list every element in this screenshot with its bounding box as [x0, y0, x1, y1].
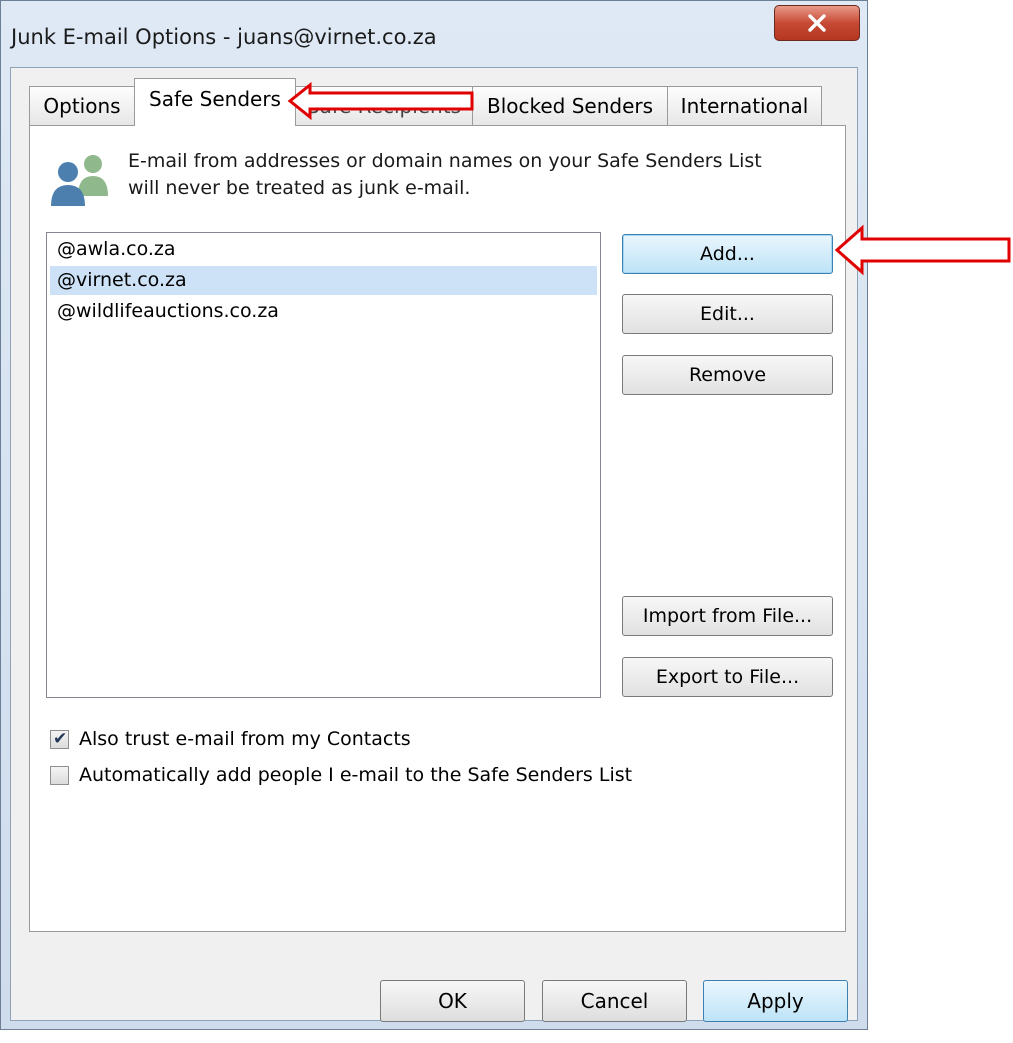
- export-to-file-button[interactable]: Export to File...: [622, 657, 833, 697]
- annotation-arrow-tab: [287, 82, 474, 121]
- trust-contacts-label: Also trust e-mail from my Contacts: [79, 728, 411, 750]
- tab-label: International: [680, 94, 809, 118]
- auto-add-label: Automatically add people I e-mail to the…: [79, 764, 633, 786]
- tab-international[interactable]: International: [667, 86, 822, 126]
- auto-add-option[interactable]: Automatically add people I e-mail to the…: [50, 760, 632, 790]
- dialog-client-area: Options Safe Senders Safe Recipients Blo…: [10, 67, 858, 1022]
- trust-contacts-checkbox[interactable]: ✔: [50, 728, 69, 749]
- info-line-2: will never be treated as junk e-mail.: [128, 177, 471, 199]
- info-line-1: E-mail from addresses or domain names on…: [128, 150, 762, 172]
- info-text: E-mail from addresses or domain names on…: [128, 148, 828, 202]
- close-icon: [807, 14, 827, 32]
- tab-options[interactable]: Options: [29, 86, 135, 126]
- trust-contacts-option[interactable]: ✔ Also trust e-mail from my Contacts: [50, 724, 411, 754]
- tab-label: Safe Senders: [149, 87, 281, 111]
- tab-safe-senders[interactable]: Safe Senders: [134, 78, 296, 126]
- checkmark-icon: ✔: [53, 728, 68, 749]
- annotation-arrow-add: [834, 224, 1011, 276]
- close-button[interactable]: [774, 5, 860, 41]
- add-button[interactable]: Add...: [622, 234, 833, 274]
- ok-button[interactable]: OK: [380, 980, 525, 1022]
- title-bar[interactable]: Junk E-mail Options - juans@virnet.co.za: [1, 1, 867, 63]
- apply-button[interactable]: Apply: [703, 980, 848, 1022]
- list-item-selected[interactable]: @virnet.co.za: [50, 266, 597, 295]
- safe-senders-panel: E-mail from addresses or domain names on…: [29, 125, 846, 932]
- remove-button[interactable]: Remove: [622, 355, 833, 395]
- list-item[interactable]: @awla.co.za: [50, 235, 597, 264]
- list-item[interactable]: @wildlifeauctions.co.za: [50, 297, 597, 326]
- import-from-file-button[interactable]: Import from File...: [622, 596, 833, 636]
- window-title: Junk E-mail Options - juans@virnet.co.za: [11, 25, 437, 49]
- auto-add-checkbox[interactable]: [50, 765, 69, 785]
- tab-label: Blocked Senders: [486, 94, 654, 118]
- people-icon: [48, 152, 112, 212]
- safe-senders-listbox[interactable]: @awla.co.za @virnet.co.za @wildlifeaucti…: [46, 232, 601, 698]
- junk-email-options-dialog: Junk E-mail Options - juans@virnet.co.za…: [0, 0, 868, 1030]
- tab-blocked-senders[interactable]: Blocked Senders: [472, 86, 668, 126]
- edit-button[interactable]: Edit...: [622, 294, 833, 334]
- tab-label: Options: [43, 94, 121, 118]
- cancel-button[interactable]: Cancel: [542, 980, 687, 1022]
